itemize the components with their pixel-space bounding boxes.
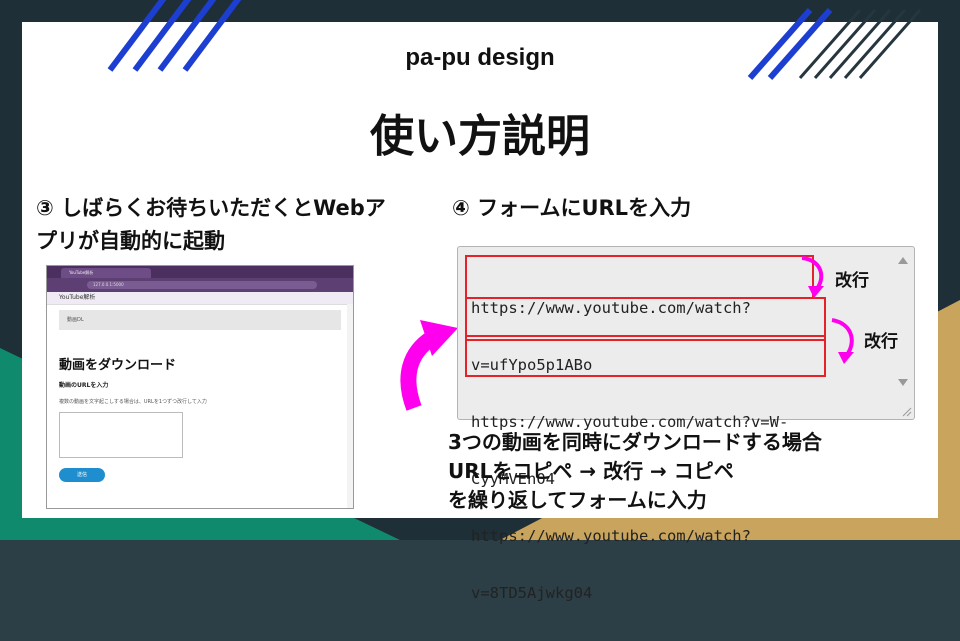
note-line-2: URLをコピペ → 改行 → コピペ xyxy=(448,459,734,483)
address-bar[interactable]: 127.0.0.1:5000 xyxy=(87,281,317,289)
url-input-label: 動画のURLを入力 xyxy=(59,382,109,389)
url-line: v=8TD5Ajwkg04 xyxy=(471,584,593,602)
brand-name: pa-pu design xyxy=(405,44,555,71)
usage-note: 3つの動画を同時にダウンロードする場合 URLをコピペ → 改行 → コピペ を… xyxy=(448,428,822,515)
browser-tab-bar: YouTube解析 xyxy=(47,266,353,278)
url-input-help: 複数の動画を文字起こしする場合は、URLを1つずつ改行して入力 xyxy=(59,399,207,405)
newline-label: 改行 xyxy=(864,332,898,352)
step-4-instruction: ④ フォームにURLを入力 xyxy=(452,196,692,220)
newline-arrow-icon xyxy=(831,318,854,364)
scroll-down-icon[interactable] xyxy=(898,379,908,386)
newline-label: 改行 xyxy=(835,271,869,291)
app-header: YouTube解析 xyxy=(47,292,353,305)
resize-handle-icon[interactable] xyxy=(900,405,912,417)
nav-video-dl[interactable]: 動画DL xyxy=(59,310,341,330)
page-title: 使い方説明 xyxy=(370,111,590,162)
note-line-1: 3つの動画を同時にダウンロードする場合 xyxy=(448,430,822,454)
app-screenshot: YouTube解析 127.0.0.1:5000 YouTube解析 動画DL … xyxy=(46,265,354,509)
browser-tab[interactable]: YouTube解析 xyxy=(61,268,151,278)
curved-arrow-icon xyxy=(400,320,458,411)
url-highlight-box xyxy=(465,255,814,299)
scrollbar[interactable] xyxy=(347,304,353,508)
browser-toolbar: 127.0.0.1:5000 xyxy=(47,278,353,292)
url-highlight-box xyxy=(465,335,826,377)
step-3-line-2: プリが自動的に起動 xyxy=(36,229,225,253)
note-line-3: を繰り返してフォームに入力 xyxy=(448,488,707,512)
url-line: https://www.youtube.com/watch? xyxy=(471,527,751,545)
step-3-instruction: ③ しばらくお待ちいただくとWebア プリが自動的に起動 xyxy=(36,192,386,258)
screenshot-heading: 動画をダウンロード xyxy=(59,358,177,373)
scroll-up-icon[interactable] xyxy=(898,257,908,264)
step-3-line-1: ③ しばらくお待ちいただくとWebア xyxy=(36,196,386,220)
url-textarea[interactable] xyxy=(59,412,183,458)
submit-button[interactable]: 送信 xyxy=(59,468,105,482)
newline-arrow-icon xyxy=(801,256,824,298)
